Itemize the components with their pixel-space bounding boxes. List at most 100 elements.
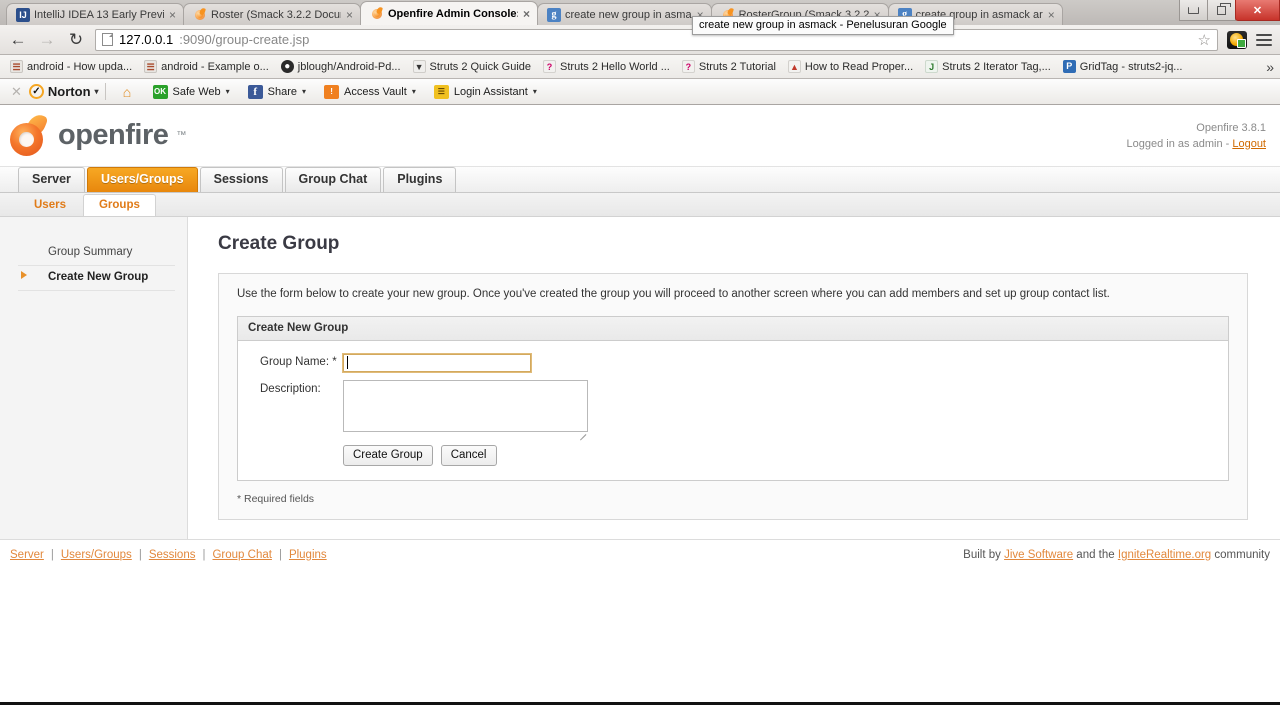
question-icon: ? xyxy=(681,60,695,73)
browser-tab[interactable]: g create new group in asma × xyxy=(537,3,712,25)
ignite-realtime-link[interactable]: IgniteRealtime.org xyxy=(1118,549,1211,561)
reload-icon[interactable]: ↻ xyxy=(66,30,86,50)
create-group-button[interactable]: Create Group xyxy=(343,445,433,466)
create-group-panel: Use the form below to create your new gr… xyxy=(218,273,1248,520)
subtab-users[interactable]: Users xyxy=(18,194,82,216)
norton-access-vault-button[interactable]: ! Access Vault ▾ xyxy=(316,83,424,101)
footer-separator: | xyxy=(278,548,282,561)
openfire-logo[interactable]: openfire ™ xyxy=(8,111,186,158)
browser-window: IJ IntelliJ IDEA 13 Early Previe × Roste… xyxy=(0,0,1280,702)
restore-button[interactable] xyxy=(1207,0,1236,21)
norton-item-label: Share xyxy=(267,85,298,98)
footer-link-plugins[interactable]: Plugins xyxy=(289,549,327,561)
tab-strip: IJ IntelliJ IDEA 13 Early Previe × Roste… xyxy=(0,0,1280,25)
footer-link-server[interactable]: Server xyxy=(10,549,44,561)
description-textarea[interactable] xyxy=(343,380,588,432)
tab-close-icon[interactable]: × xyxy=(168,9,177,21)
openfire-favicon xyxy=(193,8,207,22)
browser-tab[interactable]: IJ IntelliJ IDEA 13 Early Previe × xyxy=(6,3,184,25)
bookmark-item[interactable]: ▲ How to Read Proper... xyxy=(782,58,919,75)
required-fields-note: * Required fields xyxy=(237,493,315,505)
norton-check-icon: ✓ xyxy=(28,84,44,99)
google-favicon: g xyxy=(547,7,561,22)
sidebar-item-group-summary[interactable]: Group Summary xyxy=(18,241,175,266)
subtab-groups[interactable]: Groups xyxy=(82,194,156,216)
openfire-header: openfire ™ Openfire 3.8.1 Logged in as a… xyxy=(0,105,1280,167)
tab-close-icon[interactable]: × xyxy=(1047,9,1056,21)
back-icon[interactable]: ← xyxy=(8,30,28,50)
footer-link-sessions[interactable]: Sessions xyxy=(149,549,196,561)
chevron-down-icon[interactable]: ▾ xyxy=(412,87,416,96)
tab-tooltip: create new group in asmack - Penelusuran… xyxy=(692,16,954,35)
main-nav-tabs: Server Users/Groups Sessions Group Chat … xyxy=(0,167,1280,193)
facebook-icon: f xyxy=(247,84,263,99)
bookmark-item[interactable]: ☰ android - Example o... xyxy=(138,58,275,75)
bookmark-item[interactable]: ? Struts 2 Hello World ... xyxy=(537,58,676,75)
bookmark-item[interactable]: ● jblough/Android-Pd... xyxy=(275,58,407,75)
struts-icon: ▼ xyxy=(412,60,426,73)
required-marker: * xyxy=(332,356,337,368)
chrome-menu-icon[interactable] xyxy=(1256,31,1272,49)
sidebar: Group Summary Create New Group xyxy=(0,217,188,539)
minimize-button[interactable] xyxy=(1179,0,1208,21)
bookmark-item[interactable]: ☰ android - How upda... xyxy=(4,58,138,75)
chevron-down-icon[interactable]: ▾ xyxy=(533,87,537,96)
url-path: :9090/group-create.jsp xyxy=(179,32,310,47)
chevron-down-icon[interactable]: ▾ xyxy=(302,87,306,96)
sidebar-item-label: Group Summary xyxy=(48,246,133,258)
tab-close-icon[interactable]: × xyxy=(345,9,354,21)
cancel-button[interactable]: Cancel xyxy=(440,445,497,466)
group-name-label: Group Name: * xyxy=(260,353,343,368)
chevron-down-icon[interactable]: ▾ xyxy=(226,87,230,96)
forward-icon[interactable]: → xyxy=(37,30,57,50)
tab-title: Openfire Admin Console: xyxy=(388,7,518,20)
github-icon: ● xyxy=(280,60,294,73)
norton-login-assistant-button[interactable]: ☰ Login Assistant ▾ xyxy=(426,83,545,101)
bookmark-item[interactable]: P GridTag - struts2-jq... xyxy=(1057,58,1189,75)
tab-group-chat[interactable]: Group Chat xyxy=(284,167,382,192)
group-name-input[interactable] xyxy=(342,353,532,373)
norton-brand[interactable]: ✓ Norton ▾ xyxy=(28,84,99,99)
bookmark-star-icon[interactable]: ☆ xyxy=(1198,31,1211,49)
doc-icon: ▲ xyxy=(787,60,801,73)
text-cursor xyxy=(347,356,348,369)
bookmark-item[interactable]: ▼ Struts 2 Quick Guide xyxy=(407,58,538,75)
form-heading: Create New Group xyxy=(238,317,1228,341)
norton-safe-web-button[interactable]: OK Safe Web ▾ xyxy=(145,83,238,101)
browser-tab-active[interactable]: Openfire Admin Console: × xyxy=(360,1,538,25)
tab-sessions[interactable]: Sessions xyxy=(199,167,283,192)
question-icon: ? xyxy=(543,60,557,73)
tab-close-icon[interactable]: × xyxy=(522,8,531,20)
close-window-button[interactable]: ✕ xyxy=(1235,0,1280,21)
page-body: Group Summary Create New Group Create Gr… xyxy=(0,217,1280,539)
bookmark-item[interactable]: ? Struts 2 Tutorial xyxy=(676,58,782,75)
footer-credit: Built by Jive Software and the IgniteRea… xyxy=(963,549,1270,561)
description-textarea-wrap xyxy=(343,380,588,441)
logout-link[interactable]: Logout xyxy=(1232,138,1266,150)
norton-share-button[interactable]: f Share ▾ xyxy=(240,83,314,101)
sidebar-item-create-new-group[interactable]: Create New Group xyxy=(18,266,175,291)
restore-icon xyxy=(1217,2,1231,15)
footer-link-group-chat[interactable]: Group Chat xyxy=(212,549,271,561)
tab-plugins[interactable]: Plugins xyxy=(383,167,457,192)
page-info-icon xyxy=(102,33,113,46)
minimize-icon xyxy=(1188,6,1199,14)
tab-server[interactable]: Server xyxy=(18,167,85,192)
chevron-down-icon[interactable]: ▾ xyxy=(95,87,99,96)
vault-icon: ! xyxy=(324,84,340,99)
tab-title: IntelliJ IDEA 13 Early Previe xyxy=(34,8,164,21)
tab-users-groups[interactable]: Users/Groups xyxy=(86,167,198,192)
bookmark-label: How to Read Proper... xyxy=(804,60,914,73)
norton-home-button[interactable]: ⌂ xyxy=(112,83,143,101)
openfire-flame-icon xyxy=(8,111,50,158)
bookmarks-overflow-icon[interactable]: » xyxy=(1266,59,1274,75)
jive-software-link[interactable]: Jive Software xyxy=(1004,549,1073,561)
footer-separator: | xyxy=(202,548,206,561)
bookmark-item[interactable]: J Struts 2 Iterator Tag,... xyxy=(919,58,1057,75)
browser-tab[interactable]: Roster (Smack 3.2.2 Docum × xyxy=(183,3,361,25)
gridtag-icon: P xyxy=(1062,60,1076,73)
footer-link-users-groups[interactable]: Users/Groups xyxy=(61,549,132,561)
norton-toolbar-close-icon[interactable]: ✕ xyxy=(6,84,27,100)
norton-extension-icon[interactable] xyxy=(1227,30,1247,49)
address-bar[interactable]: 127.0.0.1:9090/group-create.jsp ☆ xyxy=(95,28,1218,51)
